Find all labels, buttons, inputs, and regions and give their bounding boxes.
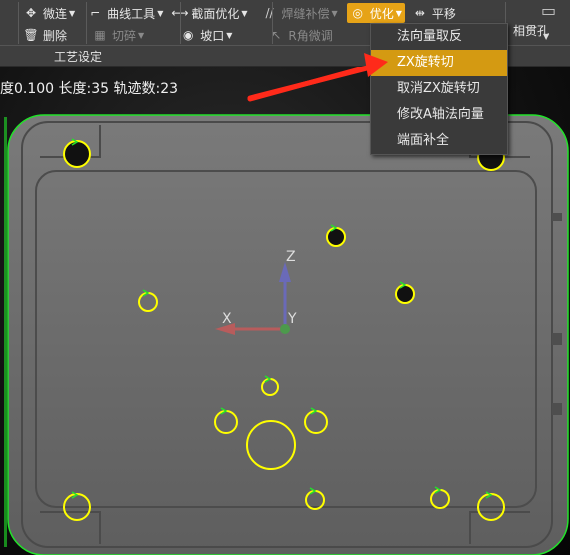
shatter-button[interactable]: ▦ 切碎 ▼ bbox=[89, 25, 147, 45]
x-axis-label: X bbox=[222, 311, 232, 327]
menu-item-flip-normal[interactable]: 法向量取反 bbox=[371, 24, 507, 50]
separator bbox=[86, 2, 87, 44]
bevel-icon: ◉ bbox=[182, 28, 194, 42]
separator bbox=[18, 2, 19, 44]
move-icon: ✥ bbox=[25, 6, 37, 20]
grid-icon: ▦ bbox=[94, 28, 106, 42]
chevron-down-icon: ▼ bbox=[138, 30, 145, 40]
edge-tab bbox=[552, 403, 562, 415]
chevron-down-icon: ▼ bbox=[157, 8, 164, 18]
weld-compensate-icon: // bbox=[265, 6, 274, 20]
annotation-arrow-head bbox=[247, 53, 388, 101]
edge-tab bbox=[552, 213, 562, 221]
chevron-down-icon: ▼ bbox=[395, 8, 402, 18]
chevron-down-icon: ▼ bbox=[331, 8, 338, 18]
curve-tool-icon: ⌐ bbox=[90, 6, 101, 20]
status-text: 度0.100 长度:35 轨迹数:23 bbox=[0, 81, 179, 97]
bevel-button[interactable]: ◉ 坡口 ▼ bbox=[177, 25, 235, 45]
delete-button[interactable]: 🗑 删除 bbox=[20, 25, 70, 45]
translate-icon: ⇹ bbox=[414, 6, 425, 20]
r-corner-button[interactable]: ↖ R角微调 bbox=[265, 25, 335, 45]
translate-button[interactable]: ⇹ 平移 bbox=[409, 3, 459, 23]
plate-body bbox=[8, 115, 568, 555]
hole[interactable] bbox=[395, 284, 415, 304]
group-label: 工艺设定 bbox=[54, 50, 103, 64]
hole[interactable] bbox=[63, 140, 91, 168]
weld-compensate-button[interactable]: // 焊缝补偿 ▼ bbox=[259, 3, 341, 23]
separator bbox=[272, 2, 273, 44]
toolbar-row-2: 🗑 删除 ▦ 切碎 ▼ ◉ 坡口 ▼ ↖ R角微调 bbox=[20, 24, 336, 46]
menu-item-end-face-complete[interactable]: 端面补全 bbox=[371, 128, 507, 154]
y-axis-label: Y bbox=[287, 311, 297, 327]
contour-edge-mark bbox=[4, 117, 7, 547]
optimize-button[interactable]: ◎ 优化 ▼ bbox=[346, 3, 405, 23]
weilian-button[interactable]: ✥ 微连 ▼ bbox=[20, 3, 78, 23]
edge-tab bbox=[552, 333, 562, 345]
hole[interactable] bbox=[326, 227, 346, 247]
chevron-down-icon: ▼ bbox=[241, 8, 248, 18]
chevron-down-icon[interactable]: ▼ bbox=[543, 32, 549, 41]
r-corner-icon: ↖ bbox=[271, 28, 282, 42]
z-axis-label: Z bbox=[286, 249, 296, 265]
curve-tool-button[interactable]: ⌐ 曲线工具 ▼ bbox=[84, 3, 166, 23]
optimize-icon: ◎ bbox=[352, 6, 363, 20]
chevron-down-icon: ▼ bbox=[69, 8, 76, 18]
delete-icon: 🗑 bbox=[23, 28, 39, 42]
intersect-hole-icon: ▭ bbox=[541, 0, 557, 20]
chevron-down-icon: ▼ bbox=[226, 30, 233, 40]
separator bbox=[180, 2, 181, 44]
